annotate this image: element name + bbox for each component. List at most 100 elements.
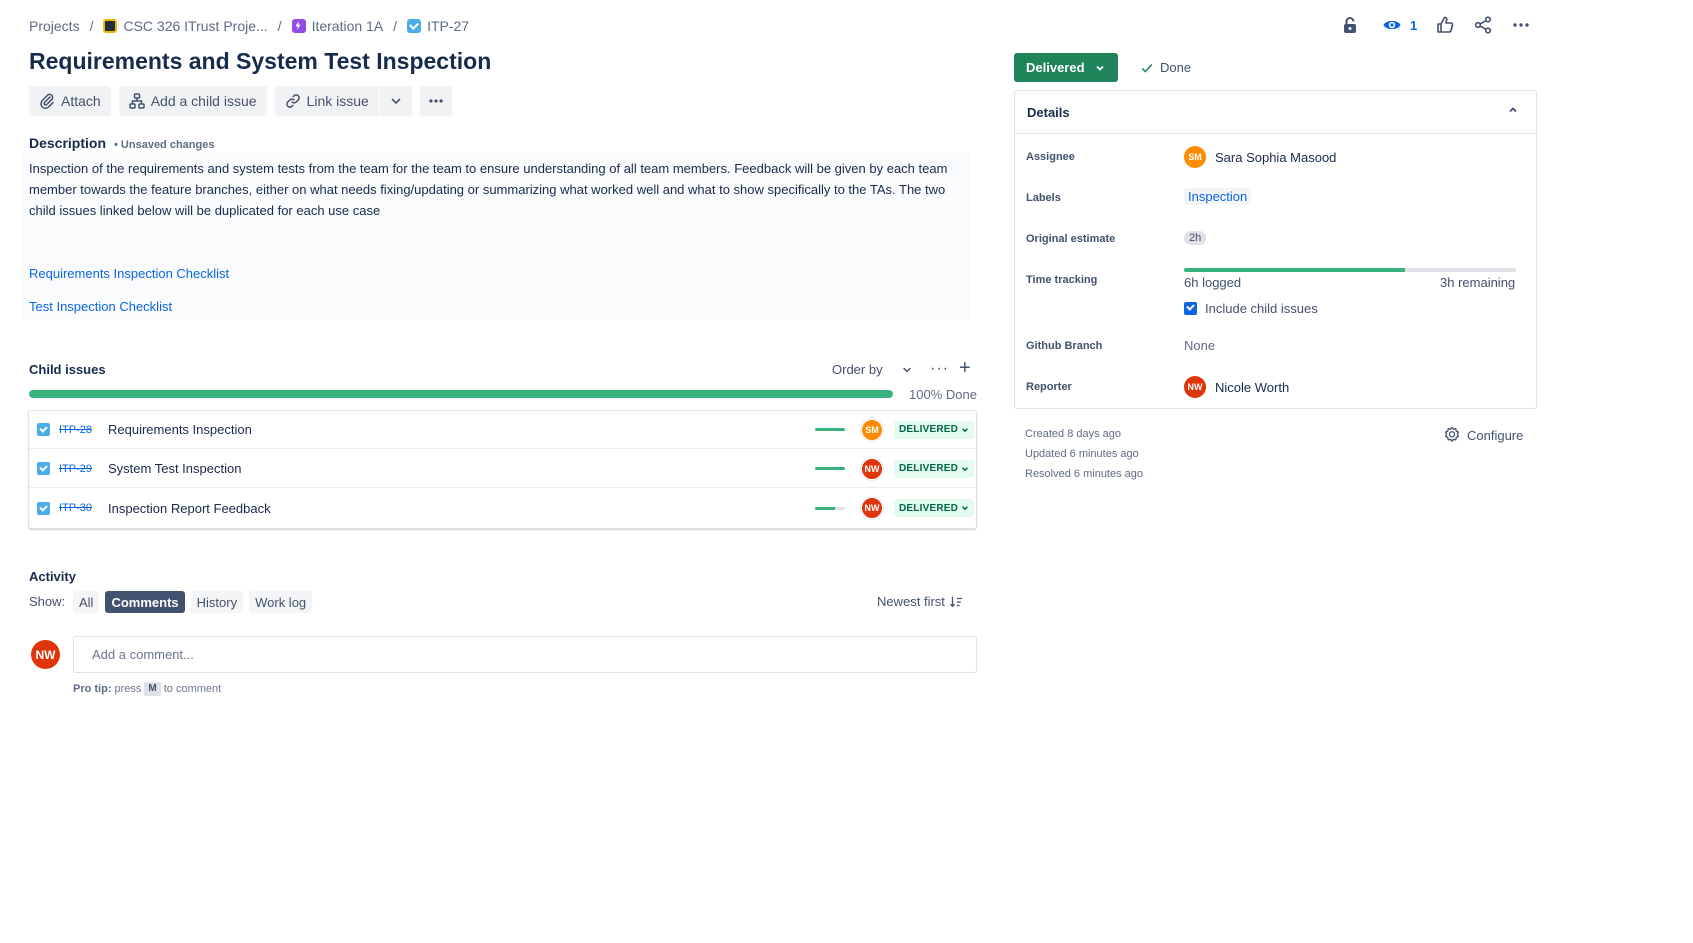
link-issue-button[interactable]: Link issue <box>274 86 379 116</box>
gear-icon <box>1444 426 1460 442</box>
link-icon <box>285 94 300 108</box>
watch-button[interactable]: 1 <box>1382 15 1417 35</box>
more-icon[interactable] <box>1511 15 1531 35</box>
avatar[interactable]: SM <box>861 418 883 441</box>
link-issue-label: Link issue <box>306 93 369 109</box>
updated-timestamp: Updated 6 minutes ago <box>1025 448 1139 460</box>
child-issues-more-icon[interactable]: ··· <box>930 360 949 378</box>
status-label: Delivered <box>1026 60 1085 75</box>
status-label: DELIVERED <box>899 463 959 474</box>
filter-work-log[interactable]: Work log <box>249 591 313 613</box>
details-panel: Details <box>1014 90 1537 409</box>
watch-count: 1 <box>1410 17 1418 33</box>
breadcrumb-epic[interactable]: Iteration 1A <box>291 18 384 34</box>
chevron-down-icon <box>1095 65 1104 71</box>
link-issue-group: Link issue <box>274 86 412 116</box>
child-issue-summary[interactable]: Inspection Report Feedback <box>108 501 271 516</box>
comment-input[interactable] <box>73 636 977 673</box>
link-issue-dropdown[interactable] <box>379 86 412 116</box>
breadcrumb-issue[interactable]: ITP-27 <box>407 18 469 34</box>
resolution-label: Done <box>1160 60 1192 75</box>
progress-label: 100% Done <box>909 387 977 402</box>
pro-tip-label: Pro tip: <box>73 683 112 695</box>
check-icon <box>1141 63 1153 73</box>
child-issue-progress-fill <box>815 467 845 470</box>
time-tracking-fill <box>1184 268 1406 272</box>
filter-comments[interactable]: Comments <box>105 591 185 613</box>
more-actions-button[interactable] <box>419 86 452 116</box>
label-chip[interactable]: Inspection <box>1184 188 1252 205</box>
original-estimate-field[interactable]: 2h <box>1184 231 1207 245</box>
order-by-button[interactable]: Order by <box>832 362 913 377</box>
sort-newest-first-button[interactable]: Newest first <box>877 594 963 609</box>
child-issues-list: ITP-28 Requirements Inspection SM DELIVE… <box>28 410 977 529</box>
keyboard-shortcut-key: M <box>144 682 161 696</box>
github-branch-value[interactable]: None <box>1184 338 1215 353</box>
child-issue-summary[interactable]: Requirements Inspection <box>108 422 252 437</box>
child-issue-summary[interactable]: System Test Inspection <box>108 461 241 476</box>
show-label: Show: <box>29 594 66 609</box>
labels-field[interactable]: Inspection <box>1184 188 1252 205</box>
child-issue-row[interactable]: ITP-30 Inspection Report Feedback NW DEL… <box>29 489 976 527</box>
child-issue-progress <box>815 467 845 470</box>
add-child-issue-button[interactable]: Add a child issue <box>118 86 267 116</box>
child-issue-progress <box>815 428 845 431</box>
attach-button[interactable]: Attach <box>29 86 111 116</box>
chevron-down-icon <box>962 466 968 471</box>
epic-icon <box>291 19 306 33</box>
child-issue-progress-fill <box>815 506 836 510</box>
activity-heading: Activity <box>29 569 76 584</box>
avatar: NW <box>1184 376 1206 398</box>
requirements-checklist-link[interactable]: Requirements Inspection Checklist <box>29 266 229 281</box>
issue-toolbar: Attach Add a child issue Link issue <box>29 86 452 116</box>
status-badge[interactable]: DELIVERED <box>894 499 975 517</box>
status-label: DELIVERED <box>899 424 959 435</box>
child-issue-row[interactable]: ITP-29 System Test Inspection NW DELIVER… <box>29 450 976 488</box>
time-remaining: 3h remaining <box>1440 275 1516 290</box>
chevron-down-icon <box>962 427 968 432</box>
issue-actions: 1 <box>1340 14 1531 36</box>
reporter-field[interactable]: NW Nicole Worth <box>1184 376 1289 398</box>
status-badge[interactable]: DELIVERED <box>894 459 975 478</box>
assignee-field[interactable]: SM Sara Sophia Masood <box>1184 146 1336 168</box>
child-issue-key[interactable]: ITP-28 <box>59 424 92 436</box>
assignee-label: Assignee <box>1026 151 1075 163</box>
chevron-down-icon <box>962 506 968 511</box>
share-icon[interactable] <box>1473 15 1493 35</box>
details-header[interactable]: Details <box>1015 91 1536 134</box>
status-dropdown[interactable]: Delivered <box>1014 53 1118 82</box>
unsaved-changes-note: • Unsaved changes <box>114 139 215 151</box>
pro-tip-rest: to comment <box>163 683 222 695</box>
add-child-icon[interactable]: + <box>959 358 971 378</box>
attach-label: Attach <box>61 93 101 109</box>
filter-all[interactable]: All <box>73 591 100 613</box>
breadcrumb-projects[interactable]: Projects <box>29 18 80 34</box>
sort-icon <box>949 596 963 607</box>
activity-filters: All Comments History Work log <box>73 591 313 613</box>
original-estimate-label: Original estimate <box>1026 233 1116 245</box>
progress-fill <box>29 390 893 398</box>
breadcrumb-project[interactable]: CSC 326 ITrust Proje... <box>103 18 268 34</box>
status-badge[interactable]: DELIVERED <box>894 420 975 439</box>
test-checklist-link[interactable]: Test Inspection Checklist <box>29 299 172 314</box>
order-by-label: Order by <box>832 362 883 377</box>
assignee-name: Sara Sophia Masood <box>1215 149 1337 165</box>
include-child-issues-checkbox[interactable]: Include child issues <box>1184 301 1318 316</box>
description-text: Inspection of the requirements and syste… <box>29 161 948 218</box>
child-issue-key[interactable]: ITP-30 <box>59 502 92 514</box>
filter-history[interactable]: History <box>190 591 244 613</box>
avatar: SM <box>1184 146 1206 168</box>
issue-title[interactable]: Requirements and System Test Inspection <box>29 48 491 75</box>
avatar[interactable]: NW <box>861 497 883 519</box>
breadcrumb-epic-label: Iteration 1A <box>311 18 384 34</box>
lock-icon[interactable] <box>1340 15 1360 35</box>
configure-label: Configure <box>1467 427 1524 443</box>
eye-icon <box>1383 20 1401 30</box>
labels-label: Labels <box>1026 192 1061 204</box>
child-issue-key[interactable]: ITP-29 <box>59 463 92 475</box>
configure-button[interactable]: Configure <box>1443 426 1523 444</box>
child-issue-row[interactable]: ITP-28 Requirements Inspection SM DELIVE… <box>29 411 976 449</box>
thumbs-up-icon[interactable] <box>1435 15 1455 35</box>
avatar[interactable]: NW <box>861 457 883 480</box>
time-tracking-bar[interactable] <box>1184 268 1516 272</box>
